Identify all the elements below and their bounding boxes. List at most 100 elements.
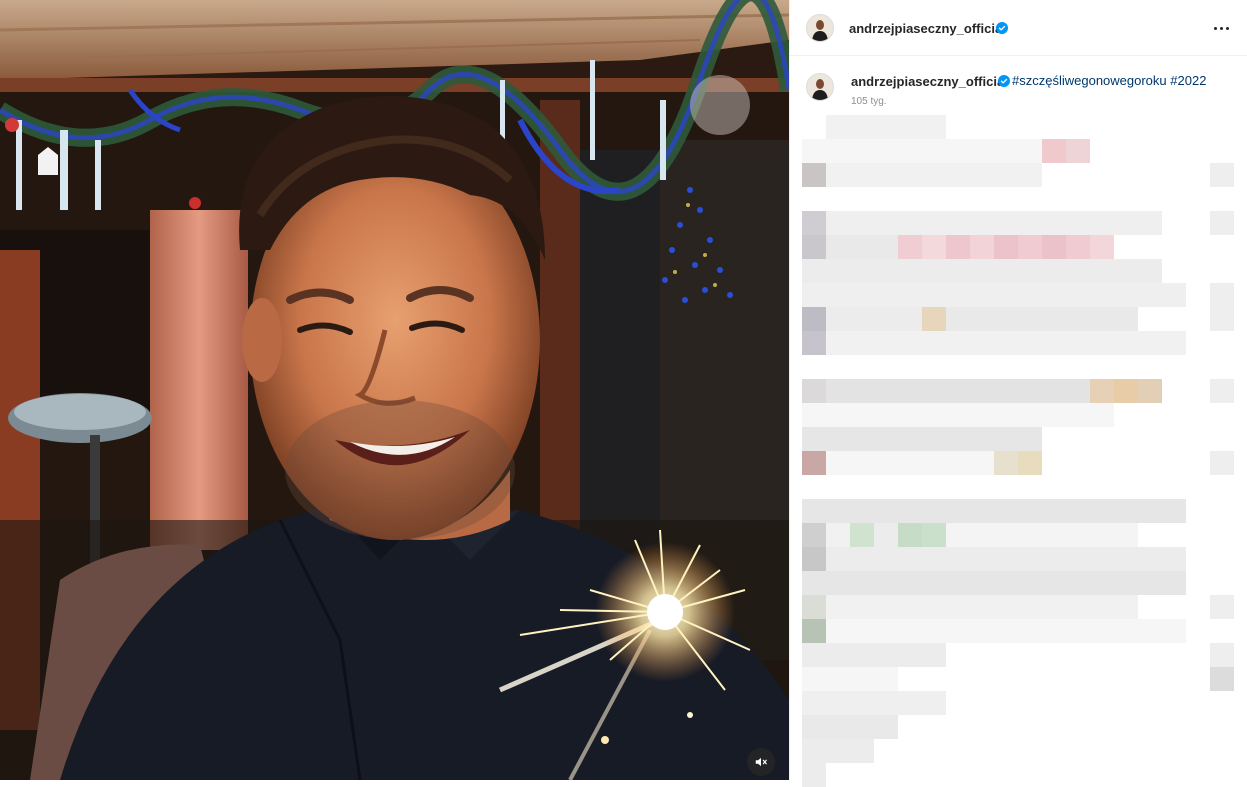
pixelated-tile	[1018, 259, 1042, 283]
pixelated-tile	[994, 571, 1018, 595]
mute-button[interactable]	[747, 748, 775, 776]
pixelated-tile	[826, 523, 850, 547]
pixelated-tile	[802, 715, 826, 739]
pixelated-tile	[1090, 499, 1114, 523]
pixelated-tile	[874, 403, 898, 427]
pixelated-tile	[970, 211, 994, 235]
post-video[interactable]	[0, 0, 789, 780]
pixelated-tile	[898, 307, 922, 331]
pixelated-tile	[898, 139, 922, 163]
pixelated-tile	[826, 259, 850, 283]
pixelated-tile	[1138, 379, 1162, 403]
pixelated-tile	[946, 595, 970, 619]
pixelated-tile	[1114, 259, 1138, 283]
pixelated-tile	[1114, 283, 1138, 307]
more-options-button[interactable]	[1208, 16, 1234, 40]
pixelated-tile	[1090, 379, 1114, 403]
pixelated-tile	[922, 163, 946, 187]
pixelated-tile	[1210, 643, 1234, 667]
pixelated-tile	[994, 139, 1018, 163]
pixelated-tile	[994, 331, 1018, 355]
pixelated-tile	[802, 331, 826, 355]
pixelated-tile	[1042, 379, 1066, 403]
pixelated-tile	[1066, 571, 1090, 595]
pixelated-tile	[898, 619, 922, 643]
pixelated-tile	[1138, 211, 1162, 235]
pixelated-tile	[970, 523, 994, 547]
pixelated-tile	[946, 379, 970, 403]
pixelated-tile	[946, 235, 970, 259]
pixelated-tile	[922, 643, 946, 667]
pixelated-tile	[874, 379, 898, 403]
pixelated-tile	[946, 211, 970, 235]
avatar[interactable]	[806, 14, 834, 42]
pixelated-tile	[898, 163, 922, 187]
pixelated-tile	[946, 451, 970, 475]
pixelated-tile	[1090, 235, 1114, 259]
pixelated-tile	[826, 283, 850, 307]
pixelated-tile	[994, 427, 1018, 451]
pixelated-tile	[874, 139, 898, 163]
pixelated-tile	[898, 283, 922, 307]
pixelated-tile	[1210, 379, 1234, 403]
pixelated-tile	[874, 235, 898, 259]
pixelated-tile	[1042, 619, 1066, 643]
pixelated-tile	[874, 307, 898, 331]
pixelated-tile	[826, 667, 850, 691]
pixelated-tile	[1018, 595, 1042, 619]
caption-avatar[interactable]	[806, 73, 834, 101]
pixelated-tile	[802, 691, 826, 715]
pixelated-tile	[1114, 307, 1138, 331]
pixelated-tile	[1210, 163, 1234, 187]
pixelated-tile	[970, 283, 994, 307]
pixelated-tile	[898, 259, 922, 283]
pixelated-tile	[922, 139, 946, 163]
pixelated-tile	[1066, 619, 1090, 643]
pixelated-tile	[802, 379, 826, 403]
verified-badge-icon	[998, 75, 1010, 87]
pixelated-tile	[1066, 499, 1090, 523]
post-sidebar: andrzejpiaseczny_official andrzejpiasecz…	[789, 0, 1247, 787]
pixelated-tile	[1042, 331, 1066, 355]
pixelated-tile	[946, 307, 970, 331]
pixelated-tile	[850, 307, 874, 331]
hashtag-link[interactable]: #szczęśliwegonowegoroku	[1012, 73, 1167, 88]
post-author-username[interactable]: andrzejpiaseczny_official	[849, 21, 1006, 36]
caption-username[interactable]: andrzejpiaseczny_official	[851, 74, 1008, 89]
pixelated-tile	[1042, 307, 1066, 331]
pixelated-tile	[874, 331, 898, 355]
pixelated-tile	[1018, 523, 1042, 547]
pixelated-tile	[850, 235, 874, 259]
pixelated-tile	[1210, 307, 1234, 331]
pixelated-tile	[826, 739, 850, 763]
pixelated-tile	[946, 499, 970, 523]
pixelated-tile	[802, 235, 826, 259]
pixelated-tile	[970, 235, 994, 259]
pixelated-tile	[850, 163, 874, 187]
pixelated-tile	[1090, 403, 1114, 427]
pixelated-tile	[970, 427, 994, 451]
pixelated-tile	[874, 595, 898, 619]
pixelated-tile	[826, 163, 850, 187]
pixelated-tile	[1018, 571, 1042, 595]
pixelated-tile	[826, 427, 850, 451]
pixelated-tile	[1090, 619, 1114, 643]
pixelated-tile	[946, 427, 970, 451]
pixelated-tile	[826, 403, 850, 427]
hashtag-link[interactable]: #2022	[1170, 73, 1206, 88]
pixelated-tile	[1066, 595, 1090, 619]
pixelated-tile	[946, 259, 970, 283]
pixelated-tile	[1042, 571, 1066, 595]
pixelated-tile	[850, 739, 874, 763]
pixelated-tile	[1210, 211, 1234, 235]
pixelated-tile	[1210, 667, 1234, 691]
pixelated-tile	[946, 523, 970, 547]
pixelated-tile	[1114, 499, 1138, 523]
pixelated-tile	[1090, 595, 1114, 619]
pixelated-tile	[802, 667, 826, 691]
pixelated-tile	[898, 595, 922, 619]
pixelated-tile	[802, 499, 826, 523]
pixelated-tile	[1018, 547, 1042, 571]
post-header: andrzejpiaseczny_official	[790, 0, 1247, 56]
pixelated-tile	[1018, 427, 1042, 451]
